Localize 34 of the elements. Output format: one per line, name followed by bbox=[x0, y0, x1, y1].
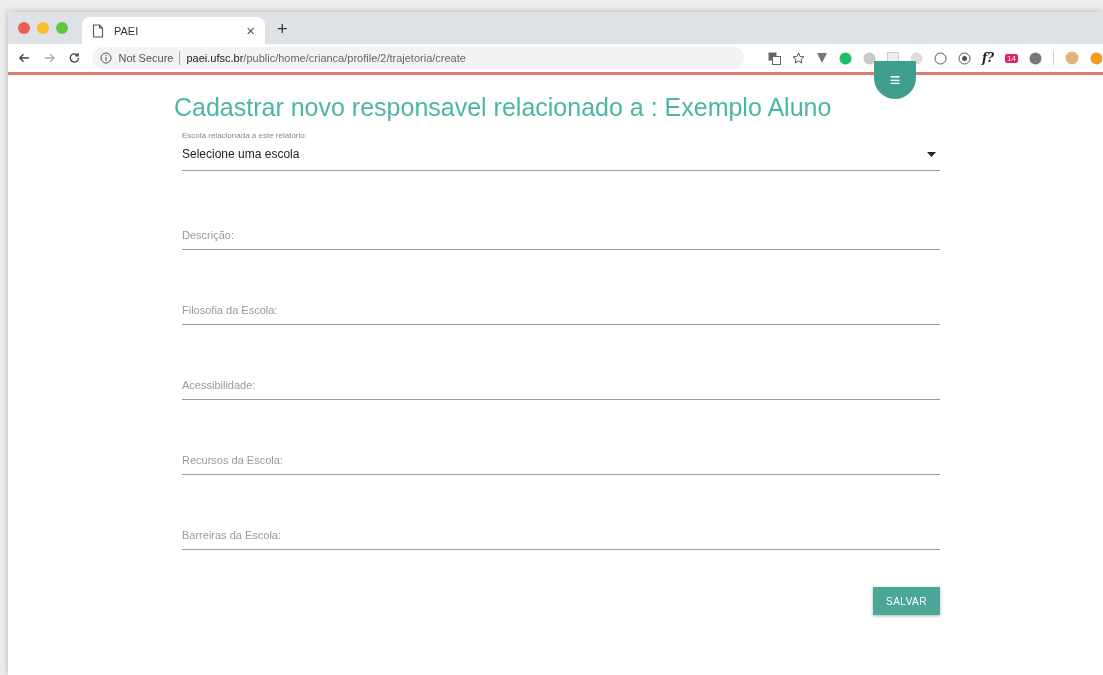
select-label: Escola relacionada a este relatório: bbox=[182, 131, 308, 140]
caret-icon bbox=[927, 151, 936, 157]
input-field[interactable]: Barreiras da Escola: bbox=[182, 525, 940, 550]
extension-icon[interactable] bbox=[1029, 51, 1042, 65]
tab-title: PAEI bbox=[114, 24, 140, 37]
extension-icon[interactable]: f? bbox=[981, 51, 995, 65]
extension-icon[interactable] bbox=[957, 51, 971, 65]
url-text: paei.ufsc.br/public/home/crianca/profile/2/trajetoria/create bbox=[186, 52, 466, 64]
star-icon[interactable] bbox=[791, 51, 805, 65]
info-icon bbox=[100, 52, 113, 64]
close-light[interactable] bbox=[18, 22, 30, 34]
forward-icon[interactable] bbox=[42, 51, 56, 65]
input-field[interactable]: Descrição: bbox=[182, 225, 940, 250]
funnel-icon[interactable] bbox=[815, 52, 828, 64]
input-field[interactable]: Acessibilidade: bbox=[182, 375, 940, 400]
translate-icon[interactable] bbox=[767, 51, 781, 65]
reload-icon[interactable] bbox=[67, 51, 81, 65]
new-tab-button[interactable]: + bbox=[277, 19, 288, 40]
tab-close[interactable]: × bbox=[246, 22, 255, 39]
select-value: Selecione uma escola bbox=[182, 147, 300, 161]
page-title: Cadastrar novo responsavel relacionado a : Exemplo Aluno bbox=[174, 93, 833, 122]
security-label: Not Secure bbox=[118, 52, 174, 64]
extension-icon[interactable] bbox=[933, 51, 947, 65]
avatar-icon[interactable] bbox=[1065, 51, 1079, 65]
address-bar[interactable]: Not Secure paei.ufsc.br/public/home/crianca/profile/2/trajetoria/create bbox=[92, 47, 744, 69]
page-icon bbox=[92, 23, 104, 38]
input-field[interactable]: Recursos da Escola: bbox=[182, 450, 940, 475]
back-icon[interactable] bbox=[18, 51, 31, 65]
zoom-light[interactable] bbox=[56, 22, 68, 34]
school-select[interactable]: Escola relacionada a este relatório: Selecione uma escola bbox=[182, 131, 940, 171]
input-field[interactable]: Filosofia da Escola: bbox=[182, 300, 940, 325]
extension-badge[interactable]: 14 bbox=[1005, 53, 1018, 63]
extension-icon[interactable] bbox=[862, 51, 876, 65]
browser-tab[interactable]: PAEI × bbox=[82, 17, 265, 44]
